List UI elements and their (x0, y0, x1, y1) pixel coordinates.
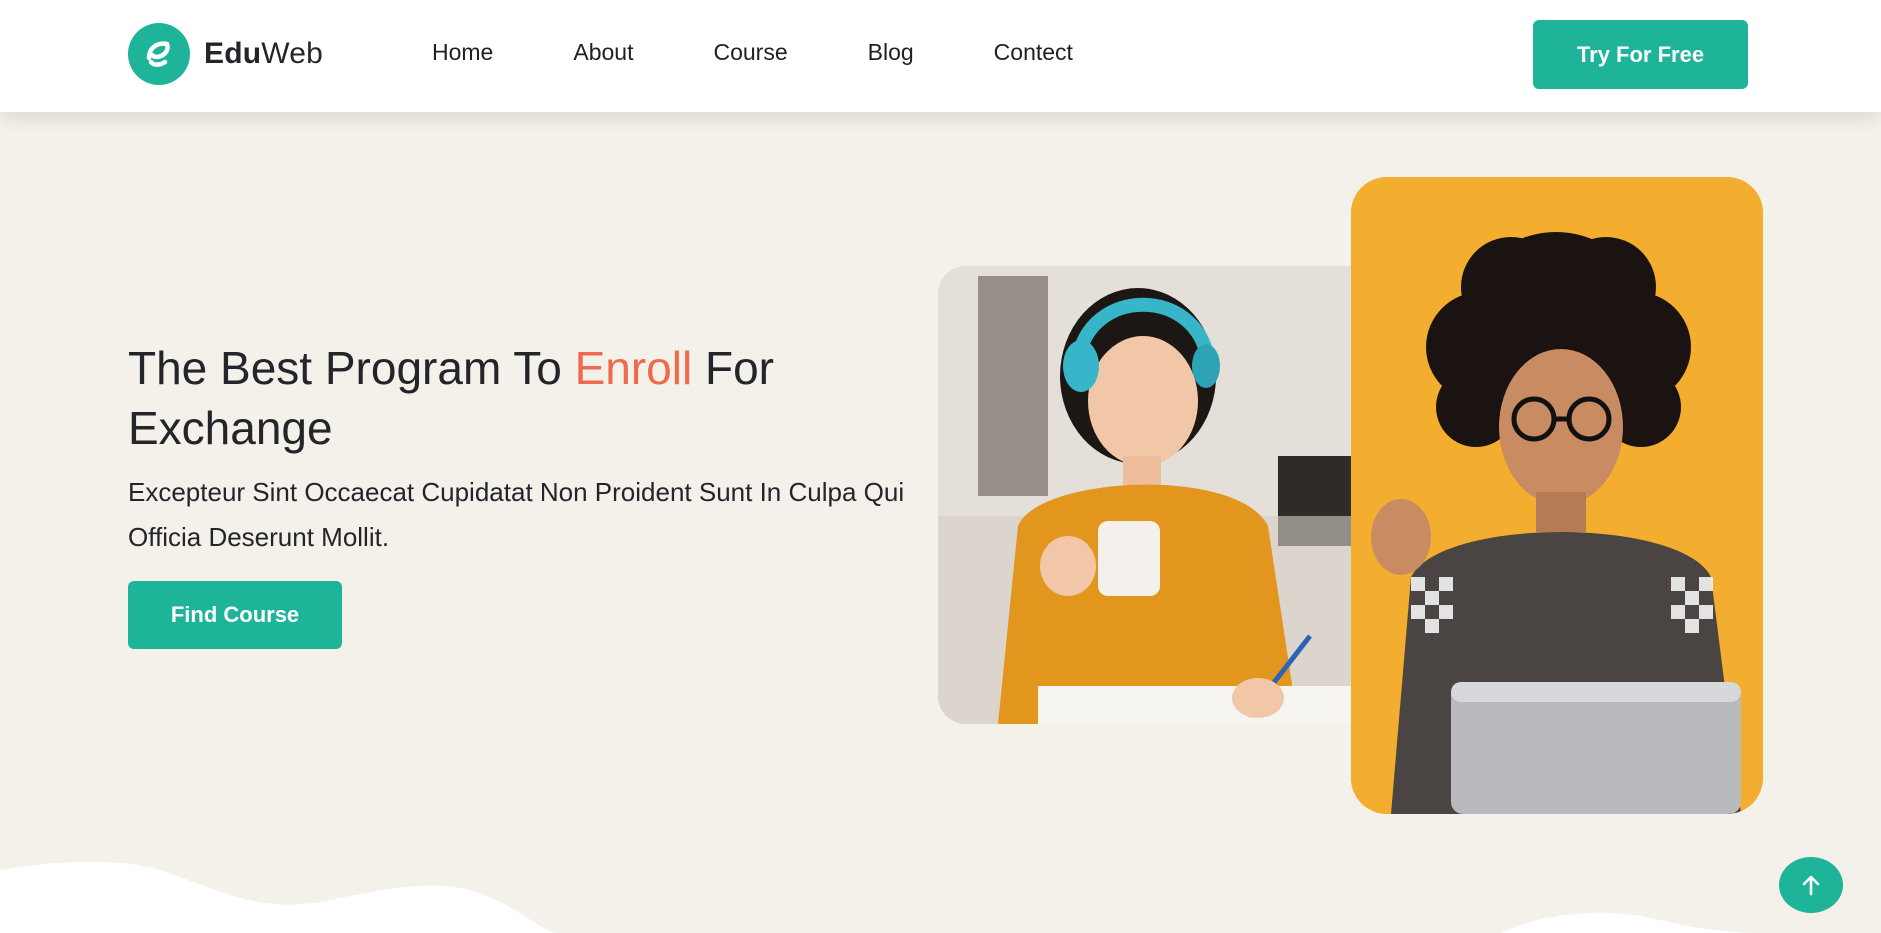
nav-blog[interactable]: Blog (868, 36, 914, 68)
site-header: EduWeb Home About Course Blog Contect Tr… (0, 0, 1881, 112)
student-woman-headphones-photo (938, 266, 1358, 724)
leaf-e-logo-icon (128, 23, 190, 85)
hero-title-accent: Enroll (574, 342, 693, 394)
find-course-button[interactable]: Find Course (128, 581, 342, 649)
nav-about[interactable]: About (573, 36, 633, 68)
nav-contact[interactable]: Contect (994, 36, 1073, 68)
logo-text: EduWeb (204, 37, 324, 70)
hero-title: The Best Program To Enroll For Exchange (128, 342, 774, 454)
try-for-free-button[interactable]: Try For Free (1533, 20, 1748, 89)
arrow-up-icon (1802, 875, 1820, 896)
nav-home[interactable]: Home (432, 36, 493, 68)
nav-course[interactable]: Course (713, 36, 787, 68)
main-nav: Home About Course Blog Contect (432, 36, 1153, 68)
hero-subtitle: Excepteur Sint Occaecat Cupidatat Non Pr… (128, 477, 905, 552)
logo[interactable]: EduWeb (128, 22, 323, 86)
scroll-to-top-button[interactable] (1779, 857, 1843, 913)
bottom-wave-decoration (0, 861, 1760, 933)
student-man-laptop-photo (1351, 177, 1763, 814)
